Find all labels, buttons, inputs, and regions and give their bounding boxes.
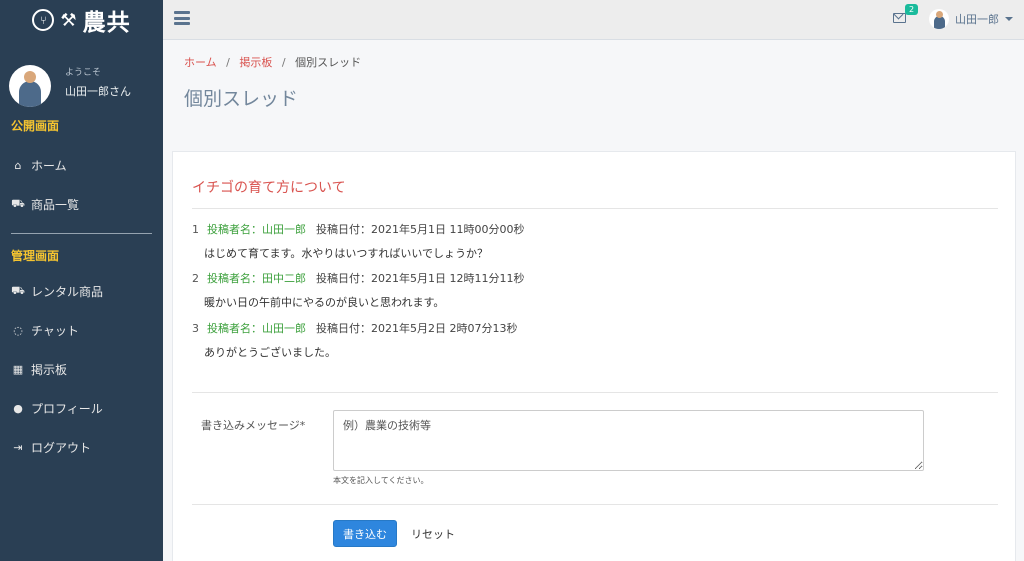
sidebar-item-label: チャット xyxy=(31,324,79,338)
sidebar-item-logout[interactable]: ⇥ ログアウト xyxy=(0,428,163,467)
divider xyxy=(192,208,998,209)
breadcrumb-current: 個別スレッド xyxy=(295,56,362,69)
post-author: 投稿者名：山田一郎 xyxy=(207,322,306,335)
sidebar-item-label: プロフィール xyxy=(31,402,103,416)
breadcrumb-separator: / xyxy=(226,56,230,69)
profile: ようこそ 山田一郎さん xyxy=(0,40,163,116)
thread-panel: イチゴの育て方について 1 投稿者名：山田一郎 投稿日付：2021年5月1日 11時… xyxy=(172,151,1016,561)
utensils-icon: ⑂ xyxy=(32,9,55,31)
sidebar-item-chat[interactable]: ◌ チャット xyxy=(0,311,163,350)
sidebar-item-board[interactable]: ▦ 掲示板 xyxy=(0,350,163,389)
post-body: ありがとうございました。 xyxy=(204,346,336,359)
message-label: 書き込みメッセージ* xyxy=(201,419,306,432)
sidebar-item-label: レンタル商品 xyxy=(31,285,104,299)
post-item: 3 投稿者名：山田一郎 投稿日付：2021年5月2日 2時07分13秒 ありがとうご… xyxy=(192,320,517,360)
avatar xyxy=(9,64,51,107)
brand-name: 農共 xyxy=(82,10,131,36)
profile-name: 山田一郎さん xyxy=(65,84,131,98)
sidebar: ⑂ ⚒ 農共 ようこそ 山田一郎さん 公開画面 ⌂ ホーム ⛟ 商品一覧 管理画… xyxy=(0,0,163,561)
sign-out-icon: ⇥ xyxy=(13,441,23,454)
top-navbar: 2 山田一郎 xyxy=(163,0,1024,40)
thread-title: イチゴの育て方について xyxy=(192,180,346,196)
post-body: はじめて育てます。水やりはいつすればいいでしょうか？ xyxy=(204,247,489,260)
user-menu-name: 山田一郎 xyxy=(955,13,999,26)
chat-icon: ◌ xyxy=(13,324,23,337)
sidebar-item-products[interactable]: ⛟ 商品一覧 xyxy=(0,185,163,224)
submit-button[interactable]: 書き込む xyxy=(333,520,397,547)
breadcrumb-separator: / xyxy=(281,56,286,69)
cart-icon: ⛟ xyxy=(11,284,25,297)
sidebar-divider xyxy=(11,233,152,234)
sidebar-item-rental[interactable]: ⛟ レンタル商品 xyxy=(0,272,163,311)
sidebar-item-label: ホーム xyxy=(31,159,67,173)
brand[interactable]: ⑂ ⚒ 農共 xyxy=(0,0,163,40)
home-icon: ⌂ xyxy=(14,159,22,172)
post-body: 暖かい日の午前中にやるのが良いと思われます。 xyxy=(204,296,445,309)
table-icon: ▦ xyxy=(12,363,24,376)
breadcrumb: ホーム / 掲示板 / 個別スレッド xyxy=(184,54,361,70)
reset-button[interactable]: リセット xyxy=(403,520,463,547)
post-date: 投稿日付：2021年5月1日 11時00分00秒 xyxy=(316,223,525,236)
breadcrumb-board[interactable]: 掲示板 xyxy=(239,56,272,69)
post-number: 3 xyxy=(192,322,199,335)
user-menu[interactable]: 山田一郎 xyxy=(929,9,1013,29)
section-title-public: 公開画面 xyxy=(11,119,60,133)
divider xyxy=(192,504,998,505)
sidebar-item-label: ログアウト xyxy=(31,441,92,455)
avatar xyxy=(929,9,949,29)
message-input[interactable] xyxy=(333,410,924,471)
post-item: 1 投稿者名：山田一郎 投稿日付：2021年5月1日 11時00分00秒 はじめて育… xyxy=(192,221,524,261)
user-icon: ● xyxy=(13,402,23,415)
breadcrumb-home[interactable]: ホーム xyxy=(184,56,217,69)
sidebar-item-home[interactable]: ⌂ ホーム xyxy=(0,146,163,185)
post-author: 投稿者名：山田一郎 xyxy=(207,223,306,236)
post-date: 投稿日付：2021年5月1日 12時11分11秒 xyxy=(316,272,525,285)
caret-down-icon xyxy=(1005,17,1013,21)
post-item: 2 投稿者名：田中二郎 投稿日付：2021年5月1日 12時11分11秒 暖かい日の… xyxy=(192,270,524,310)
mail-badge: 2 xyxy=(905,4,919,15)
divider xyxy=(192,392,998,393)
tools-icon: ⚒ xyxy=(60,9,77,31)
sidebar-item-profile[interactable]: ● プロフィール xyxy=(0,389,163,428)
welcome-text: ようこそ xyxy=(65,67,102,78)
post-number: 2 xyxy=(192,272,199,285)
post-author: 投稿者名：田中二郎 xyxy=(207,272,306,285)
sidebar-item-label: 掲示板 xyxy=(31,363,68,377)
message-help-text: 本文を記入してください。 xyxy=(333,476,429,485)
section-title-admin: 管理画面 xyxy=(11,249,60,263)
cart-icon: ⛟ xyxy=(11,197,25,210)
post-number: 1 xyxy=(192,223,199,236)
menu-toggle-icon[interactable] xyxy=(174,11,190,25)
post-date: 投稿日付：2021年5月2日 2時07分13秒 xyxy=(316,322,518,335)
page-title: 個別スレッド xyxy=(184,88,299,110)
sidebar-item-label: 商品一覧 xyxy=(31,198,80,212)
envelope-icon[interactable] xyxy=(893,13,906,23)
